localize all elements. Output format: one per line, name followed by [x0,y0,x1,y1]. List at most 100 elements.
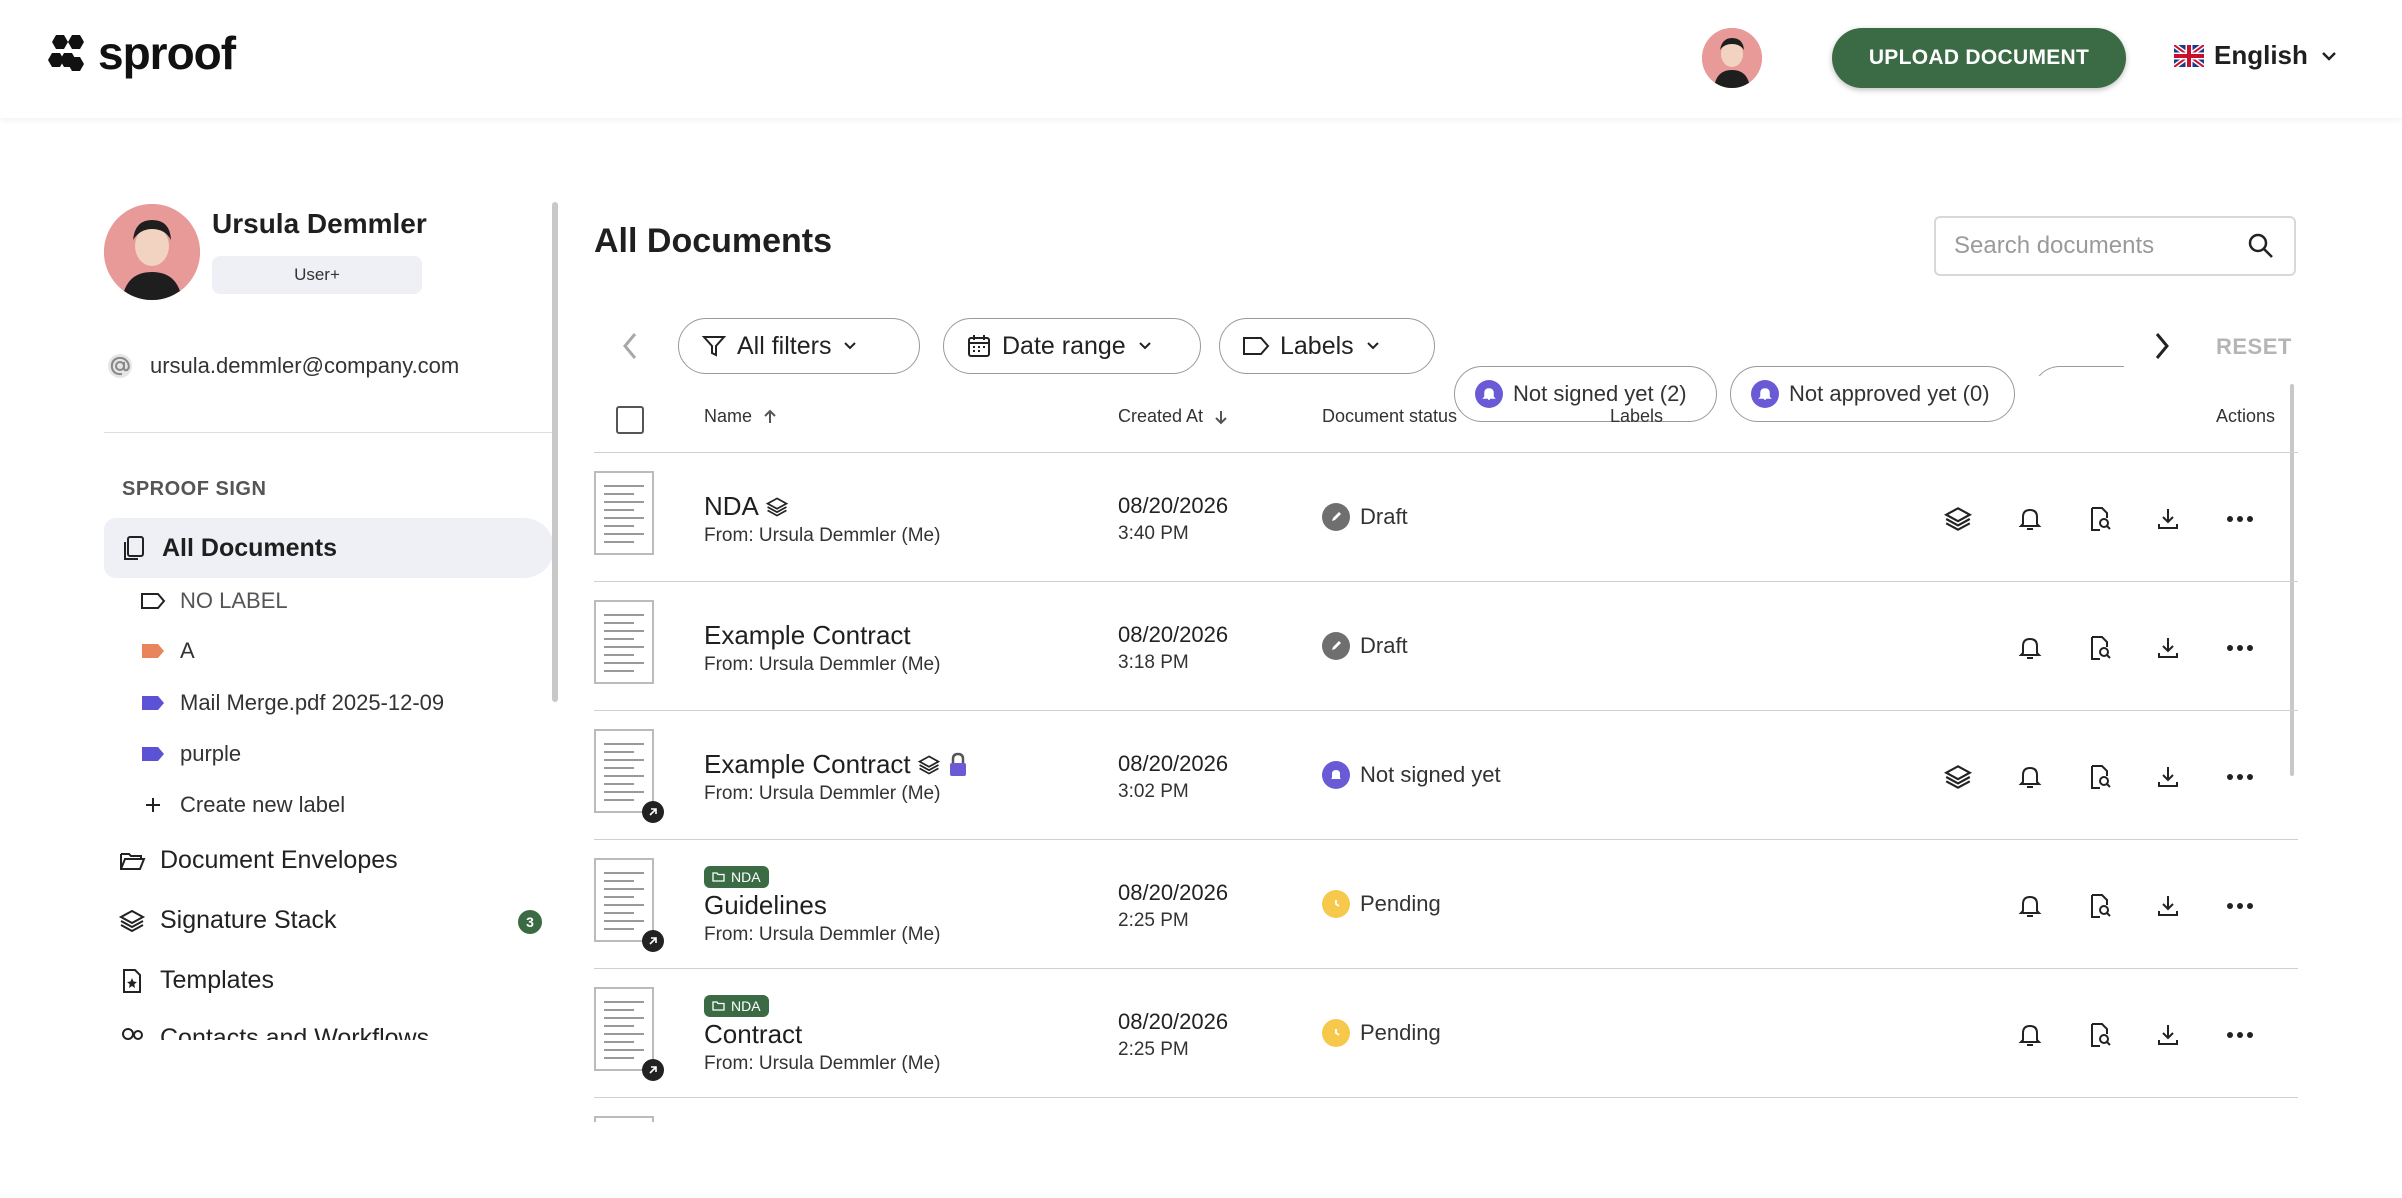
document-thumbnail[interactable] [594,600,654,684]
table-row[interactable]: NDA Guidelines From: Ursula Demmler (Me) 08… [594,840,2298,969]
table-row[interactable]: Example Contract From: Ursula Demmler (Me… [594,711,2298,840]
more-options-icon[interactable] [2224,632,2256,664]
more-options-icon[interactable] [2224,761,2256,793]
folder-icon [712,1001,725,1011]
document-sender: From: Ursula Demmler (Me) [704,525,941,546]
preview-document-icon[interactable] [2084,503,2116,535]
document-thumbnail[interactable] [594,1116,654,1122]
folder-open-icon [120,852,146,870]
status-text: Pending [1360,1020,1441,1045]
reminder-bell-icon[interactable] [2014,632,2046,664]
reset-filters-button[interactable]: RESET [2216,334,2292,360]
arrow-down-icon [1215,410,1227,424]
more-options-icon[interactable] [2224,1019,2256,1051]
pencil-status-icon [1322,503,1350,531]
document-name[interactable]: Guidelines [704,890,827,921]
filter-scroll-right-button[interactable] [2142,326,2182,366]
document-thumbnail[interactable] [594,471,654,555]
sidebar-item-contacts-cut[interactable]: Contacts and Workflows [118,1026,558,1040]
created-date: 08/20/2026 [1118,493,1229,518]
sidebar-label-text: A [180,638,195,663]
sidebar-label-mail-merge[interactable]: Mail Merge.pdf 2025-12-09 [140,690,444,716]
sidebar-scrollbar[interactable] [552,202,558,702]
profile-name: Ursula Demmler [212,208,427,239]
document-name[interactable]: NDA [704,491,789,522]
download-icon[interactable] [2152,503,2184,535]
language-label: English [2214,40,2308,70]
document-thumbnail[interactable] [594,987,654,1071]
filter-bar: All filters Date range Labels Not signed… [594,316,2298,422]
table-row-partial[interactable] [594,1098,2298,1122]
arrow-up-icon [764,409,776,423]
select-all-checkbox[interactable] [616,406,644,434]
search-icon[interactable] [2246,231,2276,261]
chevron-left-icon [623,333,637,359]
add-to-stack-icon[interactable] [1942,503,1974,535]
my-turn-filter-chip[interactable]: My [2032,316,2124,376]
header-avatar[interactable] [1702,28,1762,88]
document-status: Draft [1322,503,1408,531]
chevron-down-icon [844,342,857,350]
all-filters-chip[interactable]: All filters [678,318,920,374]
download-icon[interactable] [2152,890,2184,922]
chip-label: All filters [737,331,832,360]
chip-label: Labels [1280,331,1354,360]
document-name[interactable]: Example Contract [704,749,969,780]
sidebar-item-templates[interactable]: Templates [118,966,274,995]
column-header-actions: Actions [2216,406,2276,426]
reminder-bell-icon[interactable] [2014,761,2046,793]
download-icon[interactable] [2152,1019,2184,1051]
status-text: Draft [1360,633,1408,658]
more-options-icon[interactable] [2224,503,2256,535]
document-thumbnail[interactable] [594,858,654,942]
search-input[interactable] [1954,232,2224,260]
sidebar-item-signature-stack[interactable]: Signature Stack [118,906,337,935]
logo-hexagons-icon [48,35,84,71]
profile-email: ursula.demmler@company.com [106,352,459,380]
bell-status-icon [1322,761,1350,789]
preview-document-icon[interactable] [2084,632,2116,664]
sidebar-item-label: Signature Stack [160,906,337,934]
sidebar-label-purple[interactable]: purple [140,741,241,767]
sidebar-label-no-label[interactable]: NO LABEL [140,588,288,614]
sidebar-divider [104,432,554,433]
column-header-created-at[interactable]: Created At [1118,406,1231,427]
sidebar-item-document-envelopes[interactable]: Document Envelopes [118,846,398,875]
preview-document-icon[interactable] [2084,1019,2116,1051]
search-box[interactable] [1934,216,2296,276]
chevron-down-icon [1366,342,1379,350]
column-header-name[interactable]: Name [704,406,780,427]
upload-document-button[interactable]: UPLOAD DOCUMENT [1832,28,2126,88]
sidebar-item-all-documents[interactable]: All Documents [104,518,554,578]
created-date: 08/20/2026 [1118,880,1229,905]
date-range-chip[interactable]: Date range [943,318,1201,374]
filter-scroll-left-button[interactable] [610,326,650,366]
uk-flag-icon [2174,44,2204,67]
document-thumbnail[interactable] [594,729,654,813]
column-header-label: Name [704,406,753,426]
created-time: 3:02 PM [1118,781,1189,802]
language-selector[interactable]: English [2174,40,2340,71]
reminder-bell-icon[interactable] [2014,890,2046,922]
sproof-logo[interactable]: sproof [48,30,236,76]
sidebar-label-a[interactable]: A [140,638,195,664]
reminder-bell-icon[interactable] [2014,1019,2046,1051]
status-text: Draft [1360,504,1408,529]
add-to-stack-icon[interactable] [1942,761,1974,793]
document-name-text: NDA [704,491,759,521]
table-row[interactable]: NDA From: Ursula Demmler (Me) 08/20/2026 3:… [594,453,2298,582]
lock-icon [949,752,966,776]
reminder-bell-icon[interactable] [2014,503,2046,535]
more-options-icon[interactable] [2224,890,2256,922]
sidebar-item-label: Templates [160,966,274,994]
labels-chip[interactable]: Labels [1219,318,1435,374]
preview-document-icon[interactable] [2084,890,2116,922]
document-name[interactable]: Contract [704,1019,802,1050]
create-new-label-button[interactable]: Create new label [140,792,345,818]
table-row[interactable]: NDA Contract From: Ursula Demmler (Me) 08/2… [594,969,2298,1098]
download-icon[interactable] [2152,632,2184,664]
document-name[interactable]: Example Contract [704,620,911,651]
table-row[interactable]: Example Contract From: Ursula Demmler (Me… [594,582,2298,711]
preview-document-icon[interactable] [2084,761,2116,793]
download-icon[interactable] [2152,761,2184,793]
